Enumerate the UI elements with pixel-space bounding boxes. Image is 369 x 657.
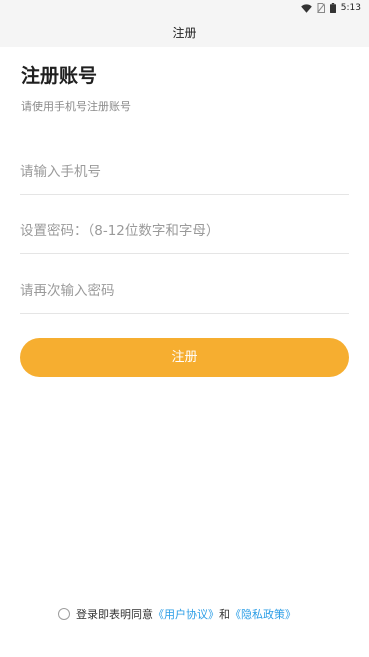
agreement-row: 登录即表明同意 《用户协议》 和 《隐私政策》 <box>58 606 296 622</box>
agreement-checkbox[interactable] <box>58 608 70 620</box>
page-subtitle: 请使用手机号注册账号 <box>21 100 131 113</box>
user-agreement-link[interactable]: 《用户协议》 <box>153 606 219 622</box>
nav-bar: 注册 <box>0 16 369 47</box>
status-icons: 5:13 <box>300 2 361 14</box>
no-sim-icon <box>316 3 325 13</box>
agreement-and: 和 <box>219 608 230 621</box>
battery-icon <box>329 3 336 13</box>
phone-input[interactable] <box>20 150 349 194</box>
confirm-password-input[interactable] <box>20 269 349 313</box>
privacy-policy-link[interactable]: 《隐私政策》 <box>230 606 296 622</box>
status-bar: 5:13 <box>0 0 369 16</box>
phone-field <box>20 150 349 195</box>
register-button[interactable]: 注册 <box>20 338 349 377</box>
password-field <box>20 209 349 254</box>
nav-title: 注册 <box>172 26 197 40</box>
confirm-password-field <box>20 269 349 314</box>
wifi-icon <box>300 3 312 13</box>
agreement-prefix: 登录即表明同意 <box>76 608 153 621</box>
status-time: 5:13 <box>340 3 361 13</box>
page-title: 注册账号 <box>21 65 98 87</box>
password-input[interactable] <box>20 209 349 253</box>
